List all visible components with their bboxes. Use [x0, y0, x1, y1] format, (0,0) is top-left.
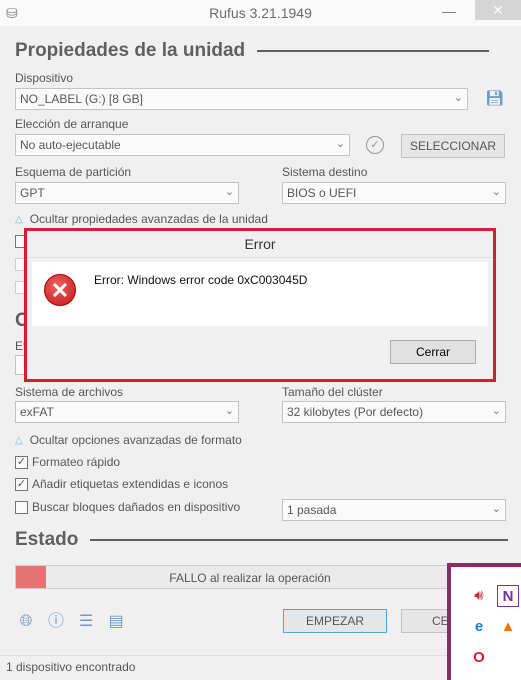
edge-icon[interactable]: e: [468, 616, 490, 638]
error-message: Error: Windows error code 0xC003045D: [94, 273, 308, 287]
error-icon: ✕: [44, 274, 76, 306]
error-dialog: Error ✕ Error: Windows error code 0xC003…: [24, 228, 496, 382]
vlc-icon[interactable]: ▲: [497, 616, 519, 638]
opera-icon[interactable]: O: [468, 647, 490, 669]
speaker-icon[interactable]: 🔊︎: [468, 585, 490, 607]
tray-overflow-panel: 🔊︎ N e ▲ O: [447, 563, 521, 680]
error-dialog-title: Error: [27, 231, 493, 258]
dialog-close-button[interactable]: Cerrar: [390, 340, 476, 364]
onenote-icon[interactable]: N: [497, 585, 519, 607]
error-dialog-body: ✕ Error: Windows error code 0xC003045D: [32, 262, 488, 326]
